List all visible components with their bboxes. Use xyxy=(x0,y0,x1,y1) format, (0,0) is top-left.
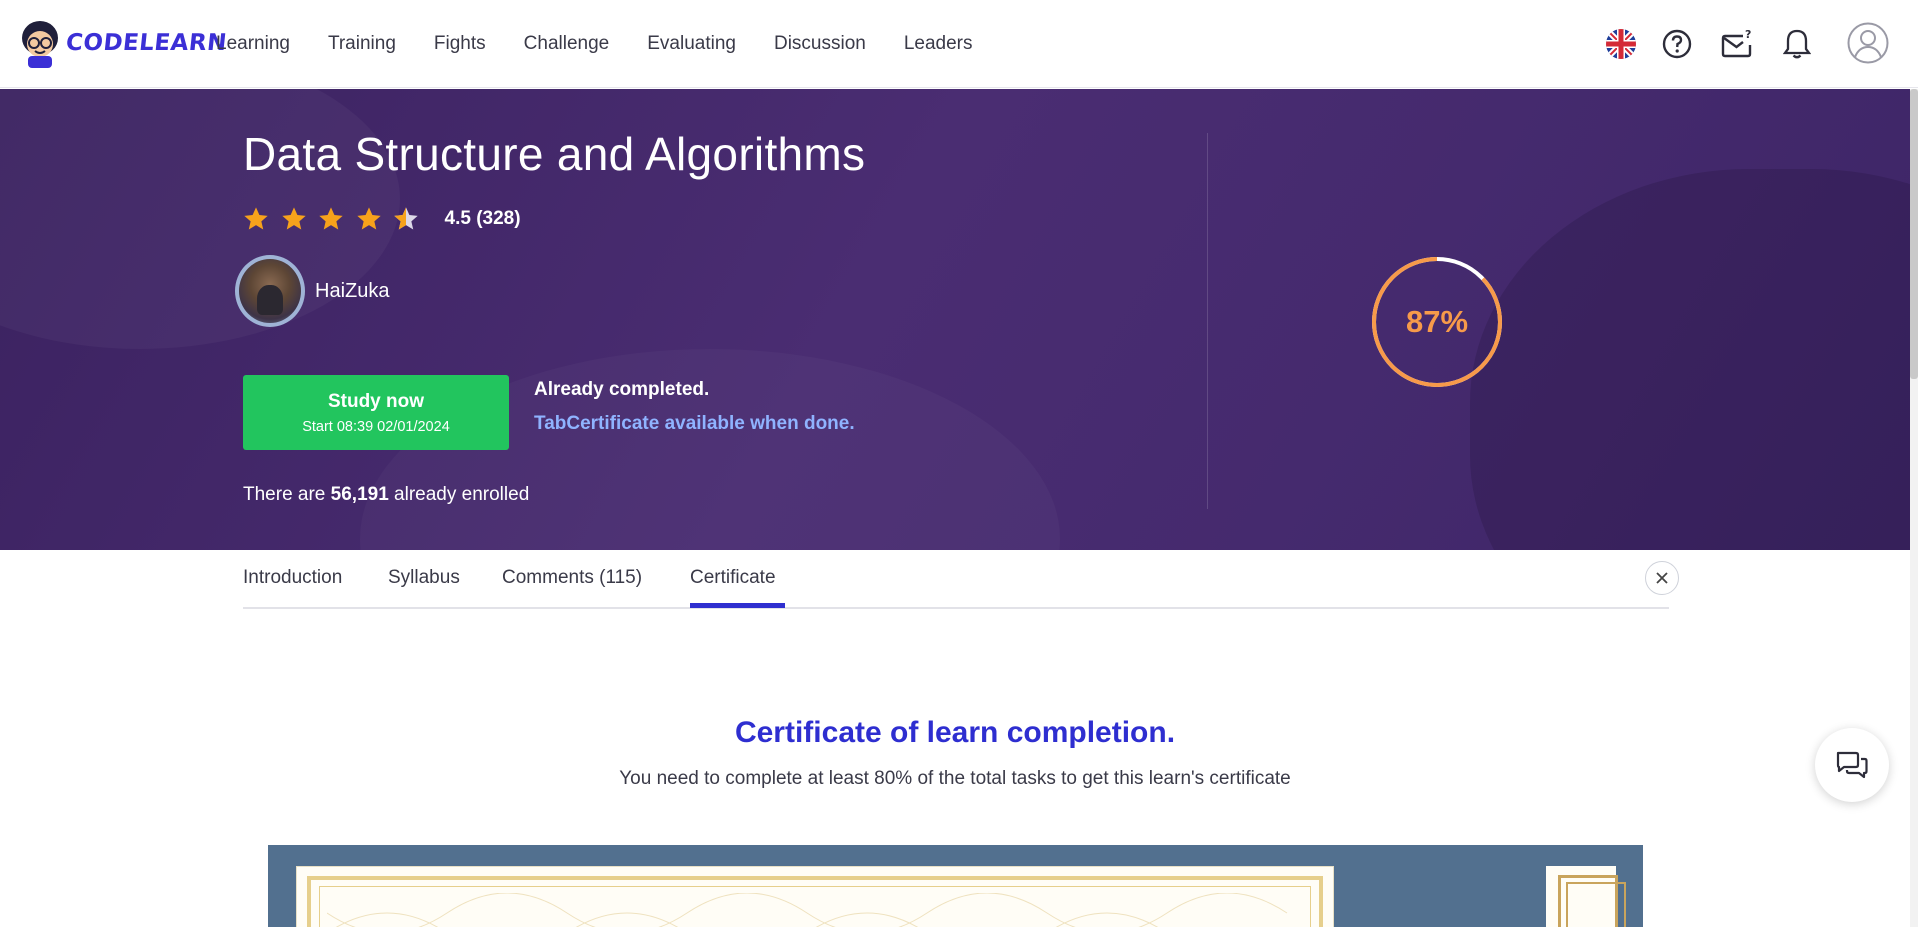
user-menu-button[interactable] xyxy=(1847,22,1889,64)
certificate-inner-border xyxy=(1566,882,1626,927)
study-start-time: Start 08:39 02/01/2024 xyxy=(302,418,450,435)
hero-decoration xyxy=(1470,169,1910,550)
nav-fights[interactable]: Fights xyxy=(434,33,486,55)
mail-icon: ? xyxy=(1721,28,1751,58)
course-title: Data Structure and Algorithms xyxy=(243,128,866,180)
bell-icon xyxy=(1783,29,1811,59)
author-name[interactable]: HaiZuka xyxy=(315,280,389,303)
notifications-button[interactable] xyxy=(1779,26,1815,62)
certificate-paper-secondary xyxy=(1546,866,1626,927)
completion-status: Already completed. xyxy=(534,379,710,400)
messages-button[interactable]: ? xyxy=(1720,26,1756,62)
close-icon xyxy=(1656,572,1668,584)
certificate-paper xyxy=(296,866,1334,927)
help-icon xyxy=(1662,29,1692,59)
tab-syllabus[interactable]: Syllabus xyxy=(388,567,460,589)
progress-ring: 87% xyxy=(1370,255,1504,389)
active-tab-indicator xyxy=(690,603,785,608)
certificate-pattern xyxy=(327,893,1288,927)
enrolled-count: 56,191 xyxy=(330,484,389,505)
certificate-description: You need to complete at least 80% of the… xyxy=(619,768,1291,789)
course-author[interactable]: HaiZuka xyxy=(235,255,389,327)
enrolled-count-text: There are 56,191 already enrolled xyxy=(243,484,529,506)
certificate-preview xyxy=(268,845,1643,927)
chat-button[interactable] xyxy=(1815,728,1889,802)
logo[interactable]: CODELEARN xyxy=(18,18,229,68)
uk-flag-icon xyxy=(1606,29,1636,59)
certificate-availability-link[interactable]: TabCertificate available when done. xyxy=(534,413,855,435)
language-button[interactable] xyxy=(1603,26,1639,62)
page-scrollbar[interactable] xyxy=(1910,89,1918,927)
user-avatar-icon xyxy=(1847,22,1889,64)
author-avatar xyxy=(235,255,305,327)
logo-text: CODELEARN xyxy=(64,30,229,56)
star-full-icon xyxy=(281,207,306,230)
tab-introduction[interactable]: Introduction xyxy=(243,567,342,589)
nav-training[interactable]: Training xyxy=(328,33,396,55)
nav-discussion[interactable]: Discussion xyxy=(774,33,866,55)
svg-text:?: ? xyxy=(1745,28,1751,41)
tab-certificate[interactable]: Certificate xyxy=(690,567,776,589)
course-hero: Data Structure and Algorithms 4.5 (328) … xyxy=(0,89,1910,550)
star-full-icon xyxy=(319,207,343,230)
star-full-icon xyxy=(244,207,268,230)
main-nav: Learning Training Fights Challenge Evalu… xyxy=(216,0,1011,88)
chat-icon xyxy=(1836,751,1868,779)
hero-divider xyxy=(1207,133,1208,509)
enrolled-suffix: already enrolled xyxy=(388,484,530,505)
star-half-icon xyxy=(394,207,418,230)
close-button[interactable] xyxy=(1645,561,1679,595)
rating-stars: 4.5 (328) xyxy=(242,205,521,233)
help-button[interactable] xyxy=(1659,26,1695,62)
study-now-button[interactable]: Study now Start 08:39 02/01/2024 xyxy=(243,375,509,450)
scrollbar-thumb[interactable] xyxy=(1910,89,1918,379)
course-tabs: Introduction Syllabus Comments (115) Cer… xyxy=(243,551,1679,609)
nav-learning[interactable]: Learning xyxy=(216,33,290,55)
enrolled-prefix: There are xyxy=(243,484,331,505)
nav-evaluating[interactable]: Evaluating xyxy=(647,33,736,55)
star-full-icon xyxy=(356,207,381,230)
logo-mascot-icon xyxy=(22,21,58,68)
rating-value: 4.5 (328) xyxy=(444,208,521,229)
study-now-label: Study now xyxy=(327,390,425,412)
nav-challenge[interactable]: Challenge xyxy=(524,33,610,55)
certificate-title: Certificate of learn completion. xyxy=(734,716,1176,749)
tab-comments[interactable]: Comments (115) xyxy=(502,567,642,589)
nav-leaders[interactable]: Leaders xyxy=(904,33,973,55)
progress-percent: 87% xyxy=(1405,304,1469,339)
top-navbar: CODELEARN Learning Training Fights Chall… xyxy=(0,0,1918,88)
